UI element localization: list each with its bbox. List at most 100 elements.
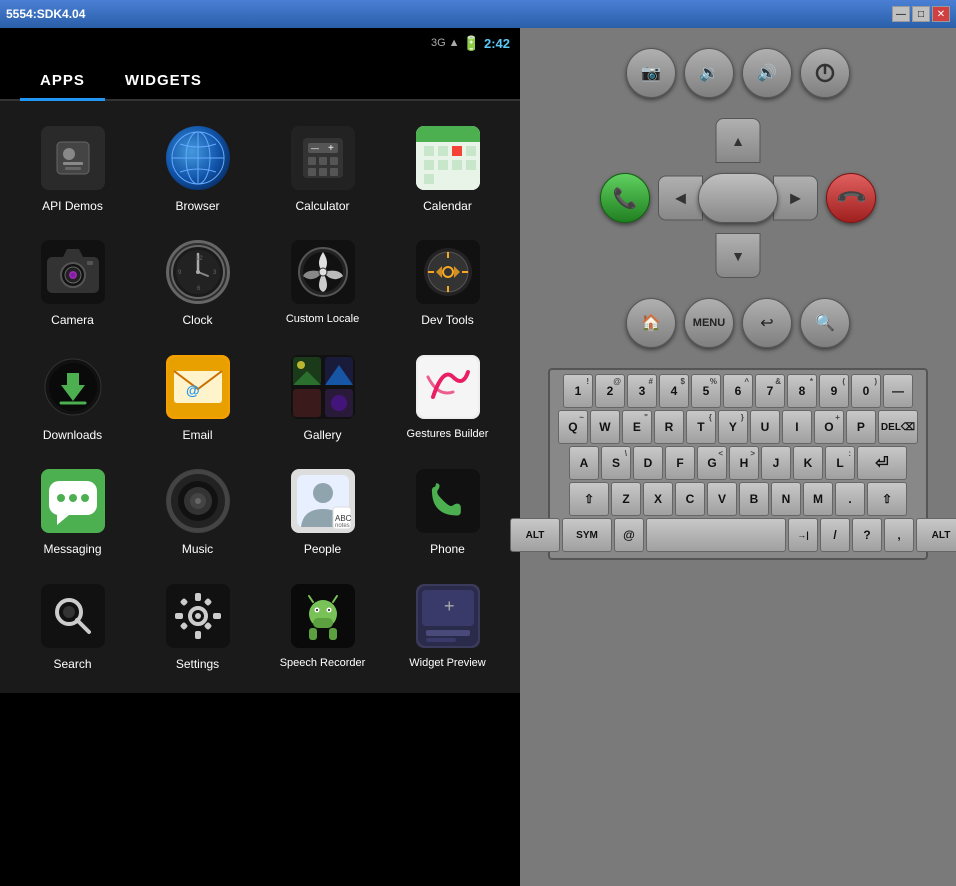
app-calendar[interactable]: Calendar (385, 111, 510, 225)
kb-key-o[interactable]: +O (814, 410, 844, 444)
app-label-calculator: Calculator (295, 199, 349, 213)
time-display: 2:42 (484, 36, 510, 51)
kb-key-4[interactable]: $4 (659, 374, 689, 408)
kb-key-del[interactable]: DEL⌫ (878, 410, 918, 444)
kb-key-enter[interactable]: ⏎ (857, 446, 907, 480)
kb-key-alt-right[interactable]: ALT (916, 518, 956, 552)
kb-key-l[interactable]: :L (825, 446, 855, 480)
kb-key-7[interactable]: &7 (755, 374, 785, 408)
kb-key-f[interactable]: F (665, 446, 695, 480)
app-email[interactable]: @ Email (135, 340, 260, 454)
kb-key-period[interactable]: . (835, 482, 865, 516)
app-widget-preview[interactable]: + Widget Preview (385, 569, 510, 683)
kb-key-s[interactable]: \S (601, 446, 631, 480)
vol-down-button[interactable]: 🔉 (684, 48, 734, 98)
search-ctrl-button[interactable]: 🔍 (800, 298, 850, 348)
kb-key-h[interactable]: >H (729, 446, 759, 480)
clock-icon-el: 12 3 6 9 (163, 237, 233, 307)
kb-key-alt-left[interactable]: ALT (510, 518, 560, 552)
app-label-api-demos: API Demos (42, 199, 103, 213)
kb-key-x[interactable]: X (643, 482, 673, 516)
kb-key-sym[interactable]: SYM (562, 518, 612, 552)
call-end-button[interactable]: 📞 (826, 173, 876, 223)
camera-ctrl-button[interactable]: 📷 (626, 48, 676, 98)
app-messaging[interactable]: Messaging (10, 454, 135, 568)
app-music[interactable]: Music (135, 454, 260, 568)
kb-key-arrow[interactable]: →| (788, 518, 818, 552)
kb-key-w[interactable]: W (590, 410, 620, 444)
kb-key-q[interactable]: ~Q (558, 410, 588, 444)
kb-key-m[interactable]: M (803, 482, 833, 516)
kb-key-8[interactable]: *8 (787, 374, 817, 408)
kb-key-z[interactable]: Z (611, 482, 641, 516)
kb-key-shift-right[interactable]: ⇧ (867, 482, 907, 516)
app-gallery[interactable]: Gallery (260, 340, 385, 454)
kb-key-6[interactable]: ^6 (723, 374, 753, 408)
app-downloads[interactable]: Downloads (10, 340, 135, 454)
api-demos-icon (38, 123, 108, 193)
app-settings[interactable]: Settings (135, 569, 260, 683)
tab-apps[interactable]: APPS (20, 58, 105, 99)
app-search[interactable]: Search (10, 569, 135, 683)
power-button[interactable] (800, 48, 850, 98)
kb-key-slash[interactable]: / (820, 518, 850, 552)
dpad-up-button[interactable]: ▲ (716, 118, 761, 163)
app-browser[interactable]: Browser (135, 111, 260, 225)
dpad-right-button[interactable]: ▶ (773, 176, 818, 221)
email-icon-el: @ (163, 352, 233, 422)
app-speech-recorder[interactable]: Speech Recorder (260, 569, 385, 683)
kb-key-a[interactable]: A (569, 446, 599, 480)
app-people[interactable]: ABC notes People (260, 454, 385, 568)
kb-key-y[interactable]: }Y (718, 410, 748, 444)
kb-key-0[interactable]: )0 (851, 374, 881, 408)
kb-key-v[interactable]: V (707, 482, 737, 516)
kb-key-2[interactable]: @2 (595, 374, 625, 408)
kb-key-space[interactable] (646, 518, 786, 552)
home-button[interactable]: 🏠 (626, 298, 676, 348)
calendar-icon-el (413, 123, 483, 193)
kb-key-e[interactable]: "E (622, 410, 652, 444)
kb-key-t[interactable]: {T (686, 410, 716, 444)
app-custom-locale[interactable]: Custom Locale (260, 225, 385, 339)
back-button[interactable]: ↩ (742, 298, 792, 348)
kb-key-3[interactable]: #3 (627, 374, 657, 408)
kb-key-r[interactable]: R (654, 410, 684, 444)
kb-key-u[interactable]: U (750, 410, 780, 444)
app-dev-tools[interactable]: Dev Tools (385, 225, 510, 339)
app-phone[interactable]: Phone (385, 454, 510, 568)
kb-key-j[interactable]: J (761, 446, 791, 480)
close-button[interactable]: ✕ (932, 6, 950, 22)
kb-key-p[interactable]: P (846, 410, 876, 444)
kb-key-n[interactable]: N (771, 482, 801, 516)
phone-icon-el (413, 466, 483, 536)
kb-key-at[interactable]: @ (614, 518, 644, 552)
kb-key-k[interactable]: K (793, 446, 823, 480)
kb-key-5[interactable]: %5 (691, 374, 721, 408)
dpad-center-button[interactable] (698, 173, 778, 223)
kb-key-9[interactable]: (9 (819, 374, 849, 408)
kb-key-comma[interactable]: , (884, 518, 914, 552)
kb-key-b[interactable]: B (739, 482, 769, 516)
kb-key-g[interactable]: <G (697, 446, 727, 480)
app-camera[interactable]: Camera (10, 225, 135, 339)
maximize-button[interactable]: □ (912, 6, 930, 22)
dpad-down-button[interactable]: ▼ (716, 233, 761, 278)
kb-key-minus[interactable]: — (883, 374, 913, 408)
vol-up-button[interactable]: 🔊 (742, 48, 792, 98)
settings-icon-el (163, 581, 233, 651)
kb-key-1[interactable]: !1 (563, 374, 593, 408)
app-clock[interactable]: 12 3 6 9 Clock (135, 225, 260, 339)
kb-key-shift-left[interactable]: ⇧ (569, 482, 609, 516)
menu-button[interactable]: MENU (684, 298, 734, 348)
app-api-demos[interactable]: API Demos (10, 111, 135, 225)
kb-key-question[interactable]: ? (852, 518, 882, 552)
app-calculator[interactable]: — + Calculator (260, 111, 385, 225)
kb-key-d[interactable]: D (633, 446, 663, 480)
call-accept-button[interactable]: 📞 (600, 173, 650, 223)
dpad-left-button[interactable]: ◀ (658, 176, 703, 221)
app-gestures-builder[interactable]: Gestures Builder (385, 340, 510, 454)
kb-key-c[interactable]: C (675, 482, 705, 516)
minimize-button[interactable]: — (892, 6, 910, 22)
tab-widgets[interactable]: WIDGETS (105, 58, 222, 99)
kb-key-i[interactable]: I (782, 410, 812, 444)
